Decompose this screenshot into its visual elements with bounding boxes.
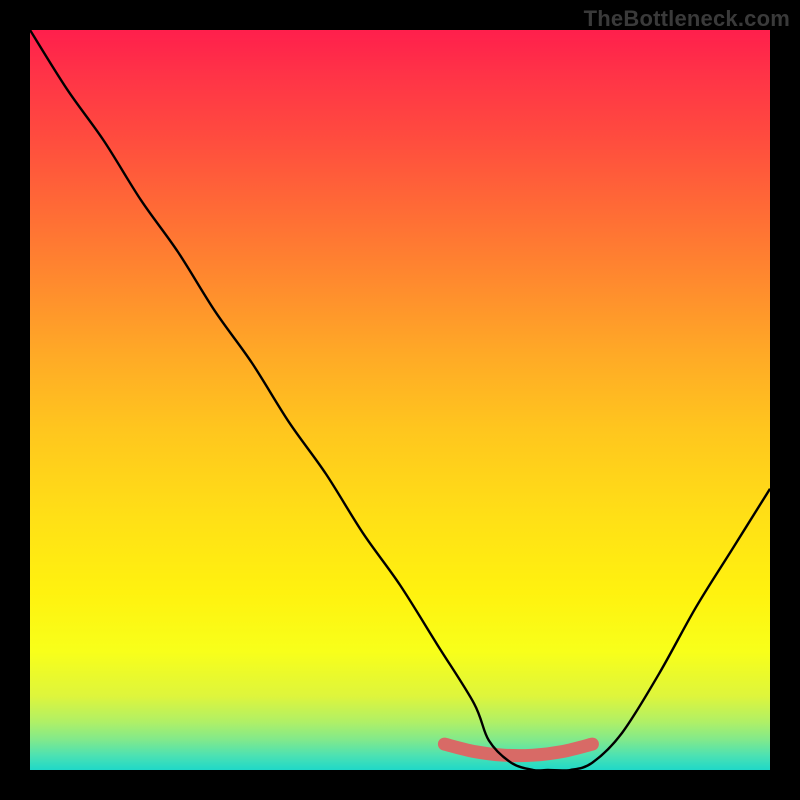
curve-layer (30, 30, 770, 770)
bottleneck-curve (30, 30, 770, 770)
plot-area (30, 30, 770, 770)
watermark: TheBottleneck.com (584, 6, 790, 32)
chart-canvas: TheBottleneck.com (0, 0, 800, 800)
green-band (444, 744, 592, 756)
